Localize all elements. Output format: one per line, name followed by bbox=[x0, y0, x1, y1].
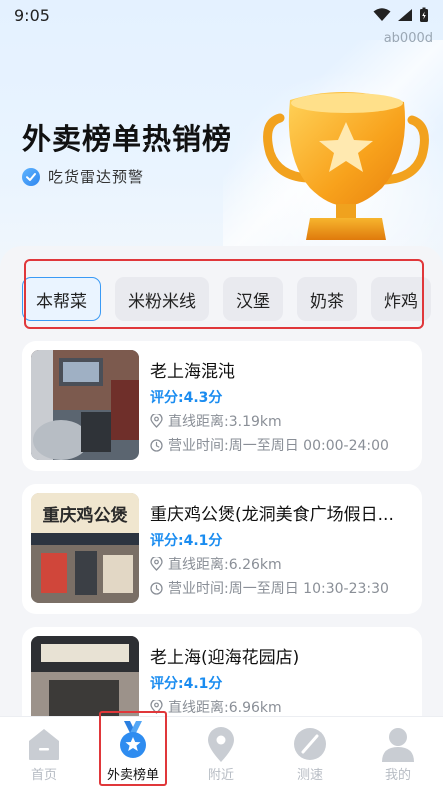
clock-icon bbox=[150, 438, 163, 452]
shop-thumbnail: 重庆鸡公煲 bbox=[31, 493, 139, 603]
shop-distance: 直线距离:3.19km bbox=[168, 414, 282, 430]
hero-subtitle: 吃货雷达预警 bbox=[22, 166, 144, 187]
shop-name: 老上海混沌 bbox=[150, 362, 235, 382]
shop-distance-row: 直线距离:6.26km bbox=[150, 554, 282, 574]
tab-label: 首页 bbox=[30, 768, 57, 783]
shop-score: 评分:4.3分 bbox=[150, 390, 223, 406]
tab-speedtest[interactable]: 测速 bbox=[266, 717, 354, 788]
shop-hours: 营业时间:周一至周日 10:30-23:30 bbox=[168, 581, 389, 597]
tab-home[interactable]: 首页 bbox=[0, 717, 88, 788]
shop-score: 评分:4.1分 bbox=[150, 676, 223, 692]
location-pin-icon bbox=[150, 557, 163, 571]
shop-distance-row: 直线距离:3.19km bbox=[150, 411, 282, 431]
tab-mine[interactable]: 我的 bbox=[354, 717, 442, 788]
hero-subtitle-text: 吃货雷达预警 bbox=[48, 168, 145, 186]
location-pin-icon bbox=[208, 727, 234, 762]
shop-name: 重庆鸡公煲(龙洞美食广场假日... bbox=[150, 505, 394, 525]
shop-hours-row: 营业时间:周一至周日 10:30-23:30 bbox=[150, 578, 389, 598]
tab-label: 我的 bbox=[384, 768, 411, 783]
clock-icon bbox=[150, 581, 163, 595]
shop-distance: 直线距离:6.26km bbox=[168, 557, 282, 573]
status-bar: 9:05 bbox=[0, 0, 443, 30]
shop-card[interactable]: 老上海混沌 评分:4.3分 直线距离:3.19km 营业时间:周一至周日 00:… bbox=[22, 341, 422, 471]
wifi-icon bbox=[373, 8, 391, 21]
status-icons bbox=[373, 7, 429, 23]
shop-distance-row: 直线距离:6.96km bbox=[150, 697, 282, 717]
page-title: 外卖榜单热销榜 bbox=[22, 122, 233, 156]
signal-icon bbox=[398, 9, 412, 21]
shop-score: 评分:4.1分 bbox=[150, 533, 223, 549]
bottom-tab-bar: 首页 外卖榜单 附近 测速 我的 bbox=[0, 716, 443, 788]
tab-nearby[interactable]: 附近 bbox=[177, 717, 265, 788]
category-highlight-box bbox=[24, 259, 424, 329]
tab-label: 附近 bbox=[207, 768, 234, 783]
battery-icon bbox=[420, 7, 428, 22]
tab-highlight-box bbox=[99, 711, 167, 786]
shop-distance: 直线距离:6.96km bbox=[168, 700, 282, 716]
shop-hours-row: 营业时间:周一至周日 00:00-24:00 bbox=[150, 435, 389, 455]
trophy-icon bbox=[263, 91, 429, 240]
location-pin-icon bbox=[150, 414, 163, 428]
shop-name: 老上海(迎海花园店) bbox=[150, 648, 300, 668]
shop-hours: 营业时间:周一至周日 00:00-24:00 bbox=[168, 438, 389, 454]
shop-sign-text: 重庆鸡公煲 bbox=[43, 505, 129, 526]
shop-thumbnail bbox=[31, 350, 139, 460]
home-icon bbox=[29, 729, 59, 760]
shop-card[interactable]: 重庆鸡公煲 重庆鸡公煲(龙洞美食广场假日... 评分:4.1分 直线距离:6.2… bbox=[22, 484, 422, 614]
status-time: 9:05 bbox=[14, 5, 50, 25]
verified-check-icon bbox=[22, 167, 40, 186]
device-id: ab000d bbox=[383, 31, 433, 46]
user-icon bbox=[382, 728, 414, 762]
speedometer-icon bbox=[294, 728, 326, 760]
tab-label: 测速 bbox=[296, 768, 323, 783]
